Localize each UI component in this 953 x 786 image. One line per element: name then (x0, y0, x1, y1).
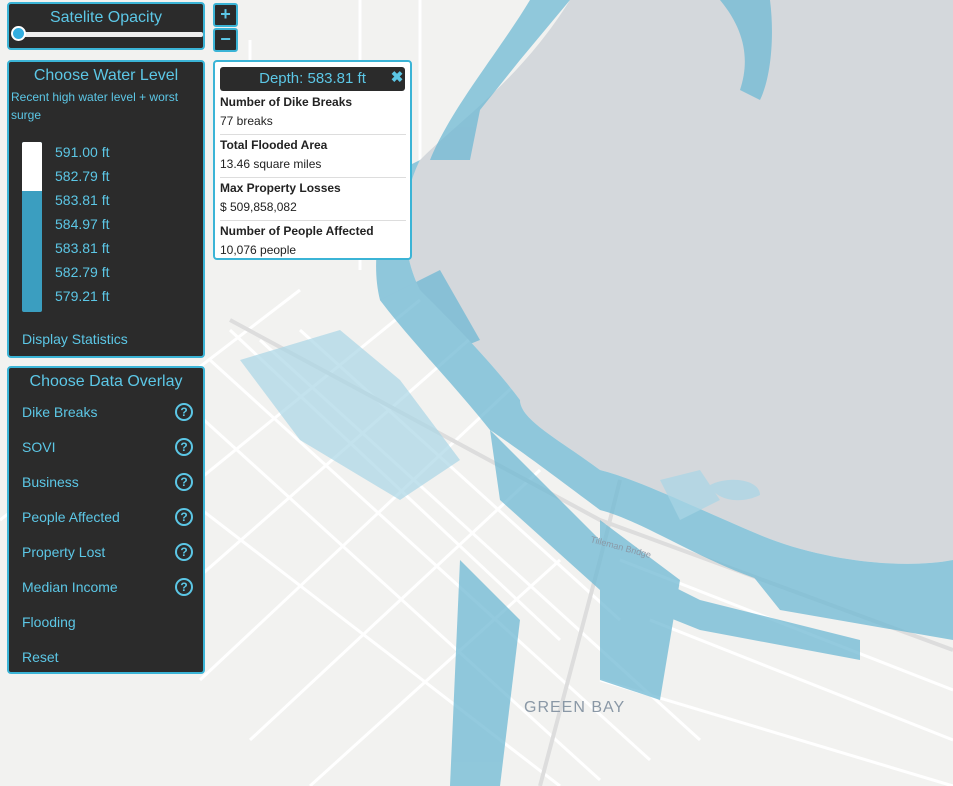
popup-stat-label: Total Flooded Area (220, 138, 328, 152)
water-level-list: 591.00 ft 582.79 ft 583.81 ft 584.97 ft 583.… (55, 140, 110, 308)
city-label: GREEN BAY (524, 699, 625, 716)
overlay-item[interactable]: Dike Breaks? (22, 400, 198, 424)
water-level-option[interactable]: 591.00 ft (55, 140, 110, 164)
popup-stat-label: Number of Dike Breaks (220, 95, 353, 109)
help-icon[interactable]: ? (175, 403, 193, 421)
water-level-gauge[interactable] (22, 142, 42, 312)
popup-stat: Number of People Affected 10,076 people (220, 224, 406, 257)
help-icon[interactable]: ? (175, 578, 193, 596)
water-level-panel: Choose Water Level Recent high water lev… (7, 60, 205, 358)
water-level-gauge-fill (22, 142, 42, 192)
popup-stat: Max Property Losses $ 509,858,082 (220, 181, 406, 214)
overlay-item-label: Reset (22, 649, 59, 665)
help-icon[interactable]: ? (175, 508, 193, 526)
popup-stat-value: 10,076 people (220, 243, 297, 257)
zoom-out-button[interactable]: − (213, 28, 238, 52)
data-overlay-panel: Choose Data Overlay Dike Breaks? SOVI? Bus… (7, 366, 205, 674)
overlay-item[interactable]: Reset (22, 645, 198, 669)
water-level-option[interactable]: 582.79 ft (55, 164, 110, 188)
overlay-item-label: People Affected (22, 509, 120, 525)
overlay-item-label: Dike Breaks (22, 404, 98, 420)
overlay-item[interactable]: Business? (22, 470, 198, 494)
help-icon[interactable]: ? (175, 438, 193, 456)
data-overlay-title: Choose Data Overlay (29, 373, 183, 390)
overlay-item[interactable]: Median Income? (22, 575, 198, 599)
water-level-option[interactable]: 582.79 ft (55, 260, 110, 284)
popup-stat-label: Number of People Affected (220, 224, 374, 238)
overlay-item-label: Business (22, 474, 79, 490)
popup-stat-value: 77 breaks (220, 114, 273, 128)
popup-separator (220, 220, 406, 221)
popup-stat-value: 13.46 square miles (220, 157, 322, 171)
overlay-item-label: Flooding (22, 614, 76, 630)
water-level-option[interactable]: 579.21 ft (55, 284, 110, 308)
overlay-item[interactable]: Property Lost? (22, 540, 198, 564)
overlay-item-label: Property Lost (22, 544, 106, 560)
opacity-slider-track[interactable] (19, 32, 203, 37)
water-level-subtitle: Recent high water level + worst surge (11, 90, 179, 122)
close-icon[interactable]: ✖ (389, 67, 405, 89)
popup-stat: Number of Dike Breaks 77 breaks (220, 95, 406, 128)
popup-stat-value: $ 509,858,082 (220, 200, 297, 214)
popup-header: Depth: 583.81 ft ✖ (220, 67, 405, 91)
zoom-in-button[interactable]: + (213, 3, 238, 27)
overlay-item[interactable]: SOVI? (22, 435, 198, 459)
water-level-option[interactable]: 583.81 ft (55, 236, 110, 260)
overlay-item-label: Median Income (22, 579, 118, 595)
overlay-item[interactable]: People Affected? (22, 505, 198, 529)
water-level-option[interactable]: 584.97 ft (55, 212, 110, 236)
popup-stat: Total Flooded Area 13.46 square miles (220, 138, 406, 171)
popup-stat-label: Max Property Losses (220, 181, 341, 195)
depth-popup: Depth: 583.81 ft ✖ Number of Dike Breaks… (213, 60, 412, 260)
help-icon[interactable]: ? (175, 543, 193, 561)
opacity-title: Satelite Opacity (49, 9, 163, 26)
popup-separator (220, 134, 406, 135)
display-statistics-link[interactable]: Display Statistics (22, 331, 128, 347)
popup-separator (220, 177, 406, 178)
water-level-title: Choose Water Level (33, 67, 179, 84)
overlay-item-label: SOVI (22, 439, 56, 455)
overlay-item[interactable]: Flooding (22, 610, 198, 634)
popup-title: Depth: 583.81 ft (259, 70, 366, 87)
help-icon[interactable]: ? (175, 473, 193, 491)
opacity-slider-thumb[interactable] (11, 26, 26, 41)
opacity-panel: Satelite Opacity (7, 2, 205, 50)
water-level-option[interactable]: 583.81 ft (55, 188, 110, 212)
